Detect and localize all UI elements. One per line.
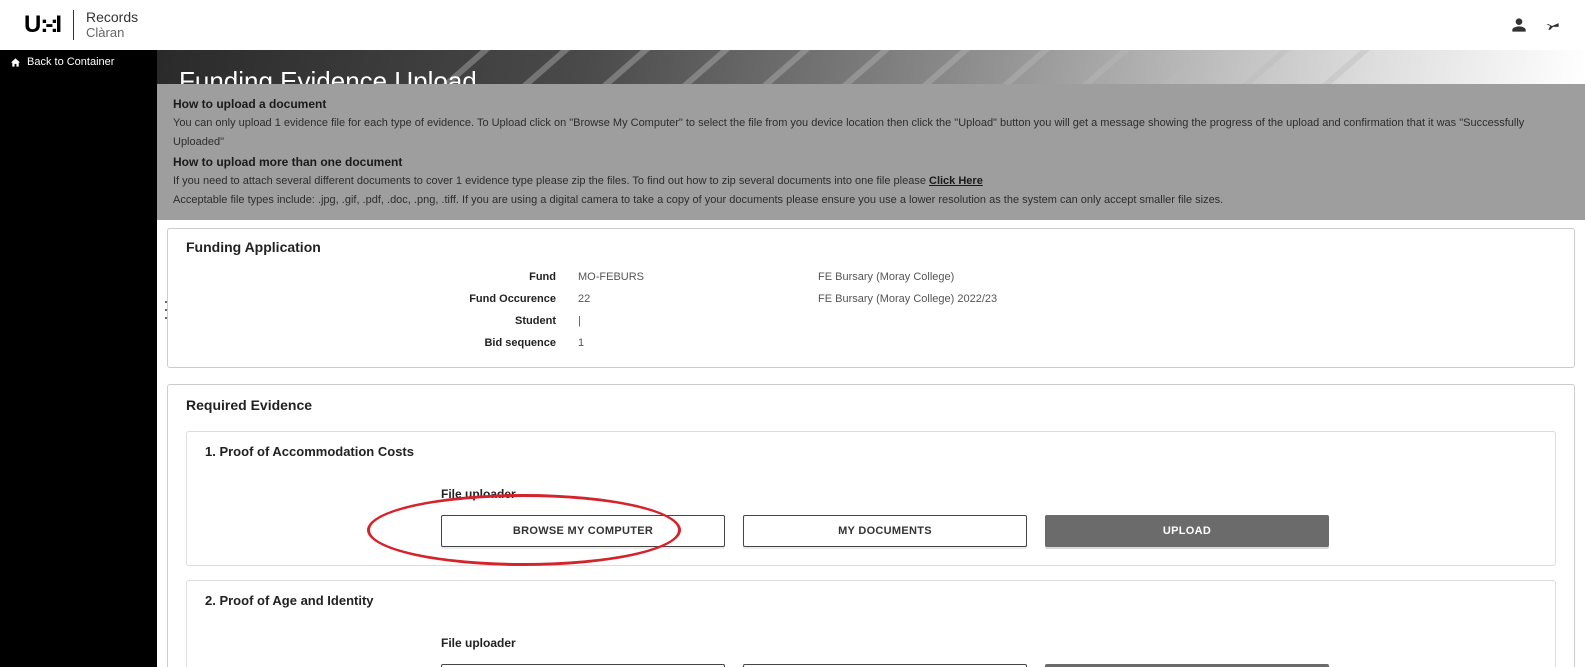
back-label: Back to Container	[27, 56, 114, 68]
zip-help-link[interactable]: Click Here	[929, 175, 983, 187]
value-fund-occurence: 22	[578, 293, 808, 305]
instructions-p1: You can only upload 1 evidence file for …	[173, 114, 1569, 151]
logo-text-top: Records	[86, 10, 138, 25]
page-title: Funding Evidence Upload	[179, 66, 1563, 84]
instructions-p3: Acceptable file types include: .jpg, .gi…	[173, 191, 1569, 210]
page-title-banner: Funding Evidence Upload	[157, 50, 1585, 84]
content-area: Funding Evidence Upload How to upload a …	[157, 50, 1585, 667]
evidence-item-1: 1. Proof of Accommodation Costs File upl…	[186, 431, 1556, 566]
desc-fund: FE Bursary (Moray College)	[818, 271, 1258, 283]
evidence-2-title: 2. Proof of Age and Identity	[205, 593, 1537, 608]
drag-handle-icon[interactable]	[165, 298, 171, 322]
label-bid-sequence: Bid sequence	[188, 337, 568, 349]
upload-button[interactable]: UPLOAD	[1045, 664, 1329, 667]
evidence-1-title: 1. Proof of Accommodation Costs	[205, 444, 1537, 459]
home-icon	[10, 57, 21, 68]
instructions-panel: How to upload a document You can only up…	[157, 84, 1585, 220]
instructions-p2: If you need to attach several different …	[173, 172, 1569, 191]
sidebar: Back to Container	[0, 50, 157, 667]
back-to-container-link[interactable]: Back to Container	[0, 50, 157, 74]
funding-application-card: Funding Application Fund MO-FEBURS FE Bu…	[167, 228, 1575, 368]
user-icon[interactable]	[1511, 17, 1527, 33]
value-fund: MO-FEBURS	[578, 271, 808, 283]
my-documents-button[interactable]: MY DOCUMENTS	[743, 664, 1027, 667]
uhi-logo: U:-:I	[24, 11, 61, 39]
value-bid-sequence: 1	[578, 337, 808, 349]
logo-text: Records Clàran	[86, 10, 138, 40]
label-fund: Fund	[188, 271, 568, 283]
uploader-label-1: File uploader	[441, 487, 1537, 501]
browse-my-computer-button[interactable]: BROWSE MY COMPUTER	[441, 515, 725, 547]
instructions-heading-1: How to upload a document	[173, 94, 1569, 114]
uploader-row-1: BROWSE MY COMPUTER MY DOCUMENTS UPLOAD	[441, 515, 1537, 547]
uploader-row-2: BROWSE MY COMPUTER MY DOCUMENTS UPLOAD	[441, 664, 1537, 667]
logo-divider	[73, 10, 74, 40]
top-header: U:-:I Records Clàran	[0, 0, 1585, 50]
evidence-item-2: 2. Proof of Age and Identity File upload…	[186, 580, 1556, 667]
required-evidence-title: Required Evidence	[168, 385, 1574, 425]
funding-kv-grid: Fund MO-FEBURS FE Bursary (Moray College…	[188, 271, 1554, 349]
browse-my-computer-button[interactable]: BROWSE MY COMPUTER	[441, 664, 725, 667]
instructions-p2-text: If you need to attach several different …	[173, 175, 929, 187]
logo-text-bottom: Clàran	[86, 26, 138, 40]
logo-block: U:-:I Records Clàran	[24, 10, 138, 40]
header-icons	[1511, 17, 1561, 33]
instructions-heading-2: How to upload more than one document	[173, 152, 1569, 172]
funding-card-title: Funding Application	[168, 229, 1574, 265]
label-fund-occurence: Fund Occurence	[188, 293, 568, 305]
upload-button[interactable]: UPLOAD	[1045, 515, 1329, 547]
pin-icon[interactable]	[1545, 17, 1561, 33]
value-student: |	[578, 315, 808, 327]
required-evidence-card: Required Evidence 1. Proof of Accommodat…	[167, 384, 1575, 667]
desc-fund-occurence: FE Bursary (Moray College) 2022/23	[818, 293, 1258, 305]
label-student: Student	[188, 315, 568, 327]
uploader-label-2: File uploader	[441, 636, 1537, 650]
my-documents-button[interactable]: MY DOCUMENTS	[743, 515, 1027, 547]
